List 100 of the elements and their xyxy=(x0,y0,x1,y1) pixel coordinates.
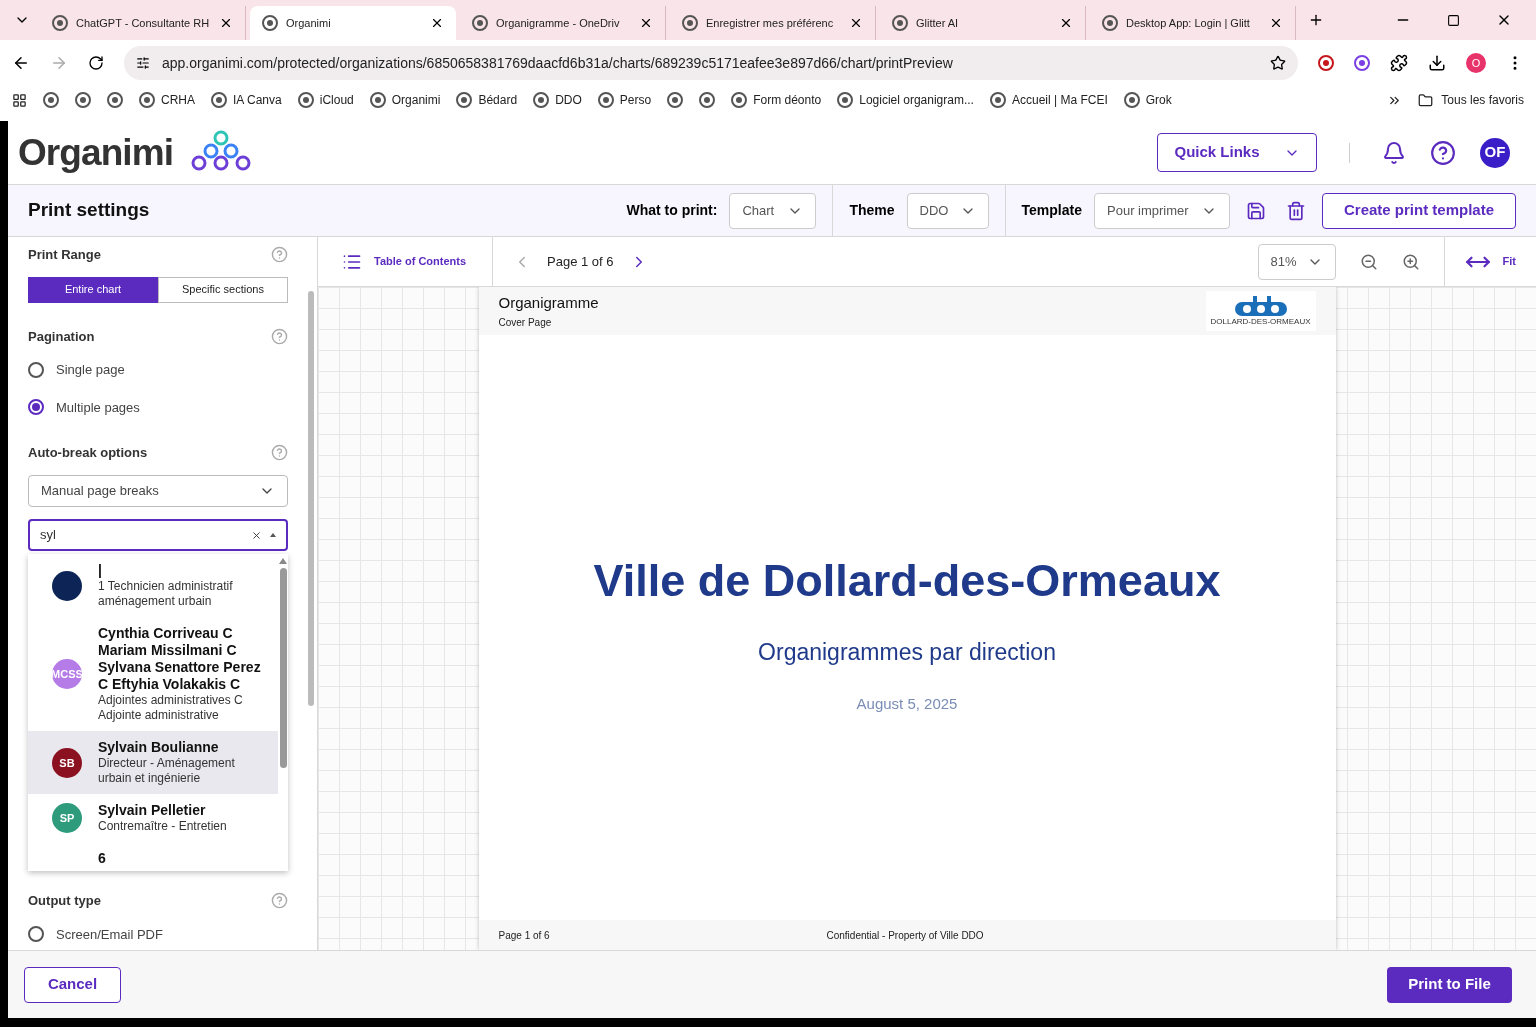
maximize-icon[interactable] xyxy=(1447,13,1460,27)
back-icon[interactable] xyxy=(12,54,30,72)
zoom-select[interactable]: 81% xyxy=(1257,243,1336,280)
tab-favicon-icon xyxy=(1102,15,1118,31)
radio-option[interactable]: Single page xyxy=(28,354,288,386)
tab-title: Enregistrer mes préférenc xyxy=(706,15,835,31)
person-name: 6 xyxy=(98,850,106,868)
browser-tab[interactable]: Organimi xyxy=(250,6,456,40)
extension-icon xyxy=(1318,55,1334,71)
person-title: 1 Technicien administratif aménagement urbain xyxy=(98,579,234,610)
bookmark-icon xyxy=(667,92,684,108)
tab-title: Glitter AI xyxy=(916,15,960,31)
bookmark-favicon-icon xyxy=(731,92,748,108)
bookmark-link[interactable]: Tous les favoris xyxy=(1441,91,1524,109)
bookmark-link[interactable]: Perso xyxy=(619,91,652,109)
radio-option[interactable]: Multiple pages xyxy=(28,391,288,423)
avatar: SB xyxy=(52,747,82,778)
site-info-icon[interactable] xyxy=(136,56,150,70)
bookmark-favicon-icon xyxy=(456,92,473,108)
radio-button[interactable] xyxy=(28,399,44,416)
address-bar[interactable]: app.organimi.com/protected/organizations/6850658381769daacfd6b31a/charts/689239c5171eafee3e897d66/chart/printPreview xyxy=(124,46,1298,80)
bookmark-favicon-icon xyxy=(1123,92,1140,108)
quick-links-button[interactable]: Quick Links xyxy=(1157,133,1317,172)
bookmark-link[interactable]: CRHA xyxy=(161,91,195,109)
help-icon[interactable] xyxy=(1430,139,1456,166)
segment-button[interactable]: Specific sections xyxy=(158,276,288,303)
reload-icon[interactable] xyxy=(88,55,104,71)
result-item[interactable]: 6 xyxy=(28,842,278,871)
what-to-print-select[interactable]: Chart xyxy=(729,192,817,229)
bookmark-favicon-icon xyxy=(297,92,314,108)
result-item[interactable]: | 1 Technicien administratif aménagement urbain xyxy=(28,554,278,618)
zoom-in-icon[interactable] xyxy=(1401,252,1420,271)
avatar: SP xyxy=(52,803,82,834)
radio-option[interactable]: Screen/Email PDF xyxy=(28,918,288,950)
city-logo: DOLLARD-DES-ORMEAUX xyxy=(1205,291,1316,331)
tab-favicon-icon xyxy=(472,15,488,31)
field-label: Template xyxy=(1021,201,1082,220)
bookmark-link[interactable]: Accueil | Ma FCEI xyxy=(1011,91,1108,109)
bookmark-favicon-icon xyxy=(597,92,614,108)
bookmark-favicon-icon xyxy=(989,92,1006,108)
page-indicator: Page 1 of 6 xyxy=(547,252,614,271)
close-tab-icon[interactable] xyxy=(219,16,233,30)
profile-avatar[interactable]: O xyxy=(1466,53,1486,73)
table-of-contents-button[interactable]: Table of Contents xyxy=(318,237,493,286)
scroll-up-icon[interactable] xyxy=(279,558,287,565)
zoom-out-icon[interactable] xyxy=(1359,252,1378,271)
section-label: Pagination xyxy=(28,327,95,346)
new-tab-icon[interactable] xyxy=(1308,12,1324,28)
create-template-button[interactable]: Create print template xyxy=(1322,192,1516,229)
search-field[interactable]: syl xyxy=(28,518,288,552)
tab-favicon-icon xyxy=(892,15,908,31)
bookmark-link[interactable]: DDO xyxy=(555,91,582,109)
bookmark-star-icon[interactable] xyxy=(1270,55,1286,71)
bookmark-link[interactable]: Bédard xyxy=(478,91,518,109)
close-tab-icon[interactable] xyxy=(1059,16,1073,30)
theme-select[interactable]: DDO xyxy=(906,192,989,229)
close-tab-icon[interactable] xyxy=(849,16,863,30)
extensions-icon[interactable] xyxy=(1390,54,1408,72)
bookmark-favicon-icon xyxy=(369,92,386,108)
bookmark-link[interactable]: Organimi xyxy=(391,91,441,109)
delete-icon[interactable] xyxy=(1286,200,1306,221)
radio-button[interactable] xyxy=(28,361,44,378)
tab-title: Desktop App: Login | Glitt xyxy=(1126,15,1251,31)
close-tab-icon[interactable] xyxy=(430,16,444,30)
close-tab-icon[interactable] xyxy=(1269,16,1283,30)
bookmark-icon xyxy=(107,92,123,108)
download-icon[interactable] xyxy=(1428,54,1446,72)
tab-title: Organimi xyxy=(286,15,332,31)
person-name: Sylvain Boulianne xyxy=(98,739,220,757)
section-label: Auto-break options xyxy=(28,444,148,462)
bookmark-icon xyxy=(75,92,91,108)
result-item[interactable]: SB Sylvain Boulianne Directeur - Aménagement urbain et ingénierie xyxy=(28,731,278,795)
bookmark-link[interactable]: iCloud xyxy=(319,91,354,109)
tab-favicon-icon xyxy=(682,15,698,31)
notifications-icon[interactable] xyxy=(1382,140,1406,165)
bookmark-favicon-icon xyxy=(211,92,227,108)
radio-button[interactable] xyxy=(28,926,44,943)
person-name: Cynthia Corriveau C Mariam Missilmani C Sylvana Senattore Perez C Eftyhia Volakakis C xyxy=(98,625,262,694)
print-to-file-button[interactable]: Print to File xyxy=(1387,966,1512,1003)
bookmark-link[interactable]: IA Canva xyxy=(233,91,282,109)
save-icon[interactable] xyxy=(1246,200,1266,221)
url-text: app.organimi.com/protected/organizations/6850658381769daacfd6b31a/charts/689239c5171eafee3e897d66/chart/printPreview xyxy=(162,53,954,73)
page-header-title: Organigramme xyxy=(498,293,600,314)
page-header-subtitle: Cover Page xyxy=(498,315,553,330)
segment-button[interactable]: Entire chart xyxy=(28,276,158,303)
template-select[interactable]: Pour imprimer xyxy=(1094,192,1230,229)
fit-button[interactable]: Fit xyxy=(1444,237,1536,286)
field-label: What to print: xyxy=(626,201,718,220)
section-label: Print Range xyxy=(28,246,101,264)
bookmark-link[interactable]: Logiciel organigram... xyxy=(859,91,974,109)
user-avatar[interactable]: OF xyxy=(1480,137,1510,168)
tab-favicon-icon xyxy=(52,15,68,31)
auto-break-select[interactable]: Manual page breaks xyxy=(28,474,288,507)
cover-subtitle: Organigrammes par direction xyxy=(758,637,1056,667)
apps-icon[interactable] xyxy=(12,92,27,108)
clear-icon[interactable] xyxy=(251,529,262,541)
bookmark-link[interactable]: Form déonto xyxy=(753,91,822,109)
cancel-button[interactable]: Cancel xyxy=(24,966,121,1003)
bookmark-link[interactable]: Grok xyxy=(1145,91,1172,109)
close-tab-icon[interactable] xyxy=(639,16,653,30)
